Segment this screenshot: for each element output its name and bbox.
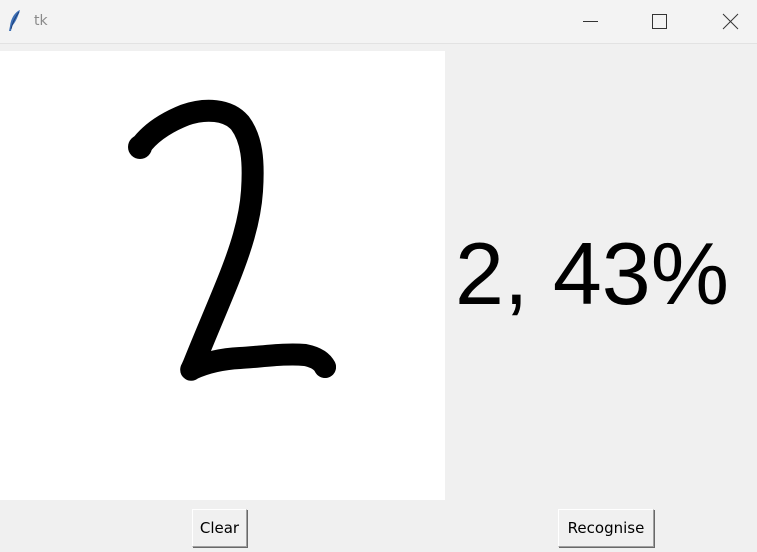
drawing-canvas[interactable]: [0, 51, 445, 500]
maximize-icon: [652, 14, 667, 29]
title-bar[interactable]: tk: [0, 0, 757, 44]
tk-feather-icon: [7, 9, 23, 33]
prediction-result: 2, 43%: [455, 224, 729, 323]
clear-button[interactable]: Clear: [192, 509, 247, 547]
minimize-button[interactable]: [567, 0, 613, 44]
minimize-icon: [583, 21, 598, 22]
close-button[interactable]: [707, 0, 753, 44]
maximize-button[interactable]: [636, 0, 682, 44]
window-title: tk: [34, 13, 48, 29]
recognise-button[interactable]: Recognise: [558, 509, 654, 547]
handwritten-digit-stroke: [128, 99, 336, 381]
close-icon: [722, 13, 739, 30]
